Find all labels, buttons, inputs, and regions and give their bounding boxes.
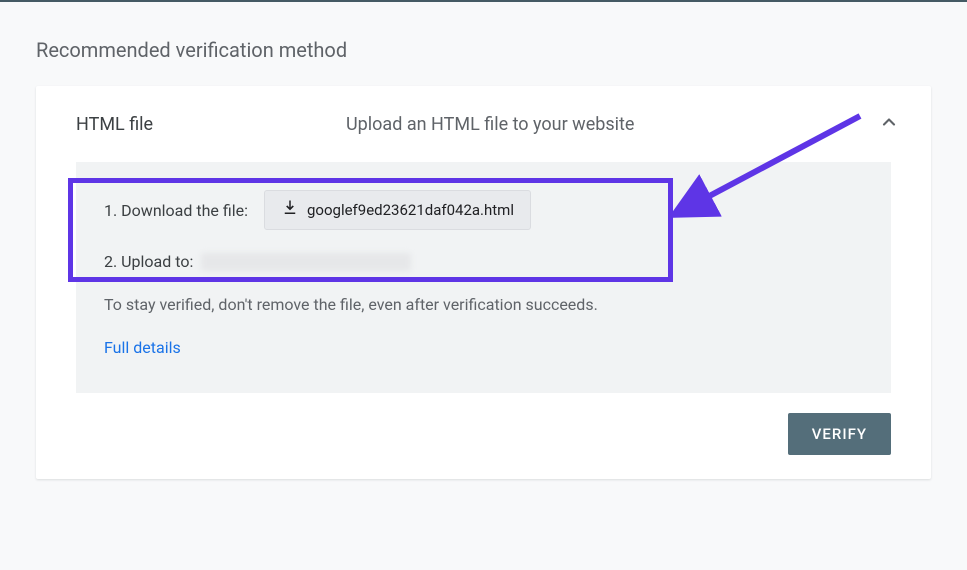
chevron-up-icon[interactable] bbox=[879, 112, 899, 136]
page-heading: Recommended verification method bbox=[0, 2, 967, 62]
step-download-row: 1. Download the file: googlef9ed23621daf… bbox=[104, 190, 863, 230]
download-file-button[interactable]: googlef9ed23621daf042a.html bbox=[264, 190, 531, 230]
card-subtitle: Upload an HTML file to your website bbox=[346, 114, 879, 135]
card-header[interactable]: HTML file Upload an HTML file to your we… bbox=[36, 86, 931, 162]
verify-button[interactable]: VERIFY bbox=[788, 413, 891, 455]
step-download-label: 1. Download the file: bbox=[104, 201, 248, 220]
download-icon bbox=[281, 199, 299, 221]
download-file-name: googlef9ed23621daf042a.html bbox=[307, 201, 514, 219]
verification-note: To stay verified, don't remove the file,… bbox=[104, 295, 863, 314]
card-body: 1. Download the file: googlef9ed23621daf… bbox=[76, 162, 891, 393]
full-details-link[interactable]: Full details bbox=[104, 338, 181, 357]
card-footer: VERIFY bbox=[36, 393, 931, 479]
step-upload-label: 2. Upload to: bbox=[104, 252, 193, 271]
card-title: HTML file bbox=[76, 114, 346, 135]
upload-url-redacted bbox=[201, 253, 411, 271]
step-upload-row: 2. Upload to: bbox=[104, 252, 863, 271]
verification-card: HTML file Upload an HTML file to your we… bbox=[36, 86, 931, 479]
